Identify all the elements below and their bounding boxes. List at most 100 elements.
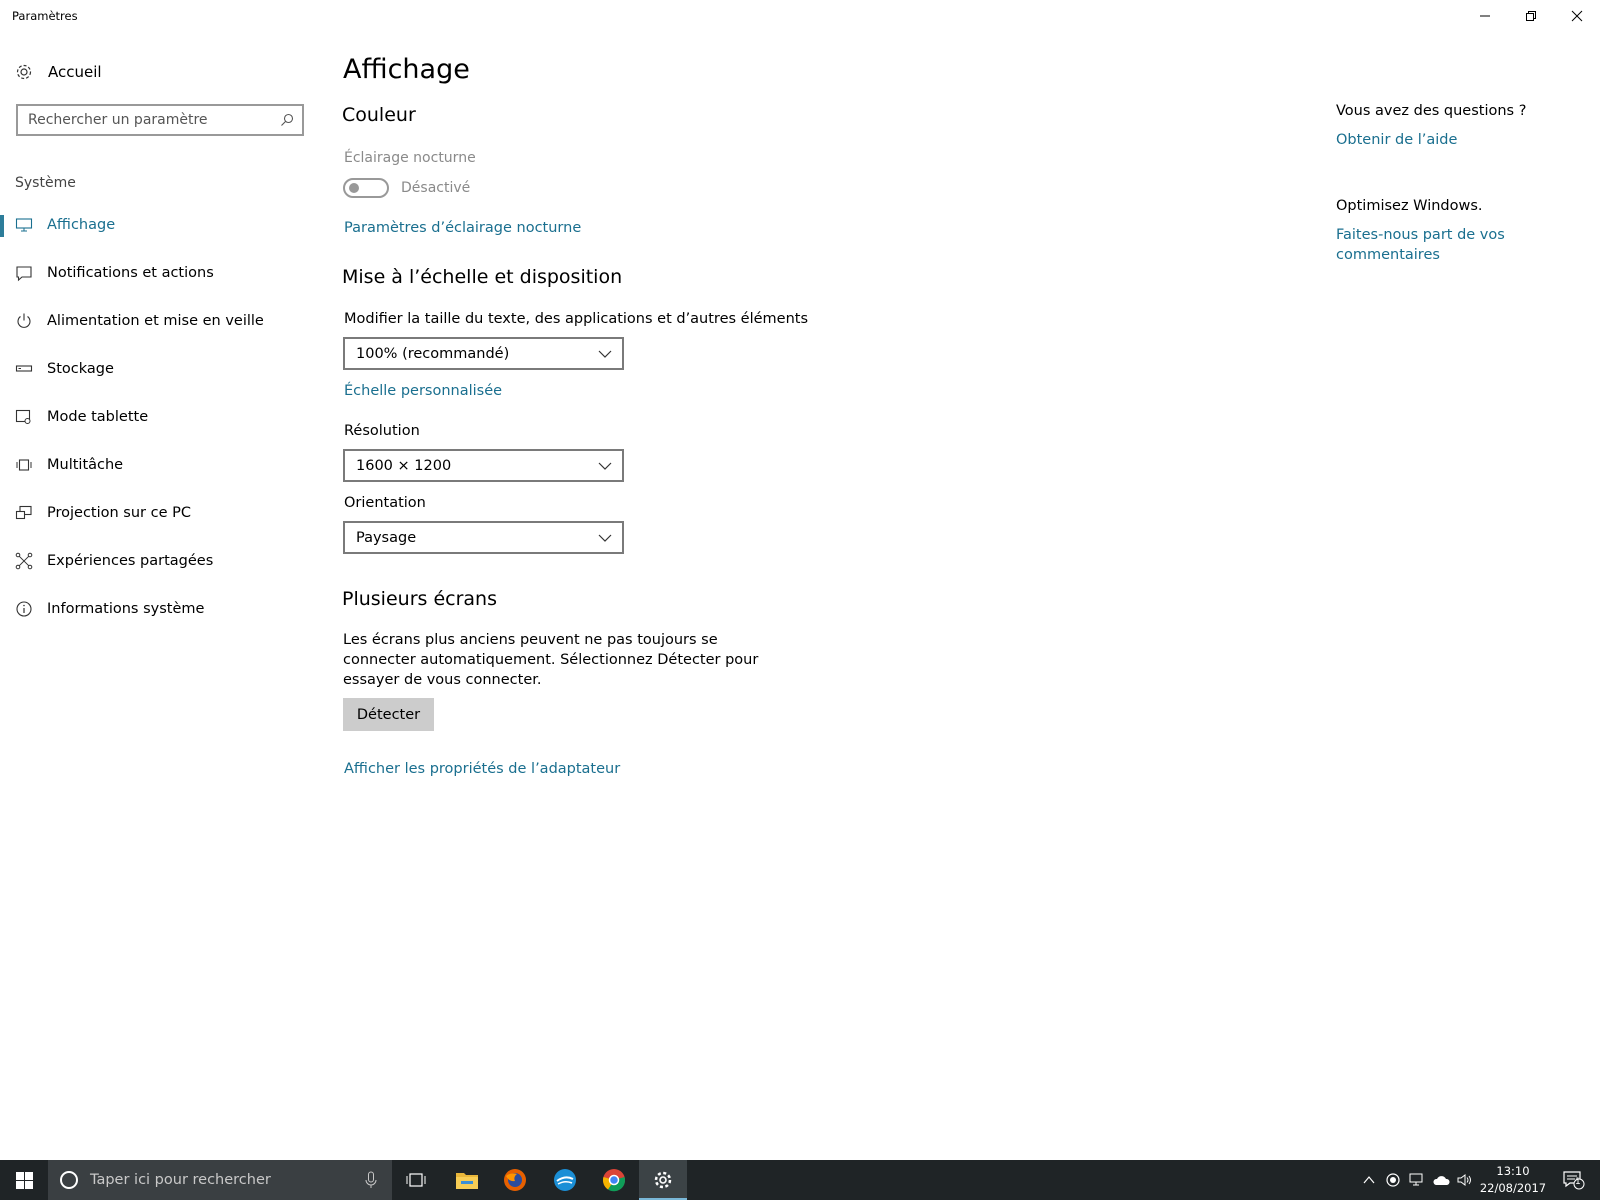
file-explorer-button[interactable] <box>443 1160 491 1200</box>
sidebar-item-tablet-mode[interactable]: Mode tablette <box>0 397 310 437</box>
custom-scale-link[interactable]: Échelle personnalisée <box>344 383 502 399</box>
resolution-dropdown[interactable]: 1600 × 1200 <box>343 449 624 482</box>
settings-icon <box>654 1171 672 1189</box>
start-button[interactable] <box>0 1160 48 1200</box>
resolution-dropdown-value: 1600 × 1200 <box>356 457 452 474</box>
questions-heading: Vous avez des questions ? <box>1336 103 1527 119</box>
notification-icon <box>1563 1171 1585 1190</box>
close-icon <box>1571 10 1583 22</box>
chevron-up-icon <box>1363 1176 1375 1184</box>
sidebar-item-storage[interactable]: Stockage <box>0 349 310 389</box>
monitor-icon <box>15 218 33 232</box>
windows-logo-icon <box>15 1171 33 1189</box>
clock-date: 22/08/2017 <box>1479 1181 1547 1195</box>
shared-experiences-icon <box>15 552 33 570</box>
sidebar-item-system-info[interactable]: Informations système <box>0 589 310 629</box>
improve-windows-heading: Optimisez Windows. <box>1336 198 1483 214</box>
sidebar-item-label: Informations système <box>47 601 205 617</box>
sidebar-item-label: Notifications et actions <box>47 265 214 281</box>
sidebar-item-label: Affichage <box>47 217 116 233</box>
sidebar-item-label: Alimentation et mise en veille <box>47 313 264 329</box>
network-icon <box>1409 1173 1423 1186</box>
sidebar-item-label: Multitâche <box>47 457 124 473</box>
resolution-label: Résolution <box>344 423 420 439</box>
home-label: Accueil <box>48 63 102 81</box>
chrome-button[interactable] <box>590 1160 638 1200</box>
tray-record-button[interactable] <box>1382 1160 1404 1200</box>
night-light-toggle[interactable] <box>343 178 389 198</box>
info-icon <box>16 601 32 617</box>
chevron-down-icon <box>598 534 612 542</box>
sidebar-item-projection[interactable]: Projection sur ce PC <box>0 493 310 533</box>
adapter-properties-link[interactable]: Afficher les propriétés de l’adaptateur <box>344 761 620 777</box>
sidebar-item-affichage[interactable]: Affichage <box>0 205 310 245</box>
orientation-dropdown[interactable]: Paysage <box>343 521 624 554</box>
settings-search[interactable] <box>16 104 304 136</box>
minimize-icon <box>1480 15 1490 17</box>
task-view-button[interactable] <box>392 1160 440 1200</box>
taskbar-search-placeholder: Taper ici pour rechercher <box>90 1172 271 1188</box>
app-button[interactable] <box>541 1160 589 1200</box>
night-light-label: Éclairage nocturne <box>344 150 476 166</box>
sidebar-item-notifications[interactable]: Notifications et actions <box>0 253 310 293</box>
file-explorer-icon <box>456 1173 478 1189</box>
chevron-down-icon <box>598 350 612 358</box>
scale-section-heading: Mise à l’échelle et disposition <box>342 266 623 288</box>
sidebar-item-multitask[interactable]: Multitâche <box>0 445 310 485</box>
record-icon <box>1386 1173 1400 1187</box>
night-light-settings-link[interactable]: Paramètres d’éclairage nocturne <box>344 220 581 236</box>
microphone-icon[interactable] <box>364 1171 378 1189</box>
settings-search-input[interactable] <box>18 112 280 128</box>
gear-icon <box>16 64 32 80</box>
detect-button[interactable]: Détecter <box>343 698 434 731</box>
notification-count: 1 <box>1575 1177 1581 1187</box>
scale-dropdown[interactable]: 100% (recommandé) <box>343 337 624 370</box>
window-title: Paramètres <box>12 9 78 23</box>
tray-volume-button[interactable] <box>1454 1160 1476 1200</box>
task-view-icon <box>406 1173 426 1187</box>
settings-taskbar-button[interactable] <box>639 1160 687 1200</box>
app-icon <box>554 1169 576 1191</box>
firefox-icon <box>504 1169 526 1191</box>
chrome-icon <box>602 1169 626 1192</box>
notification-icon <box>16 266 32 282</box>
power-icon <box>17 313 31 328</box>
restore-icon <box>1526 11 1536 21</box>
restore-button[interactable] <box>1508 0 1554 32</box>
firefox-button[interactable] <box>491 1160 539 1200</box>
taskbar-clock[interactable]: 13:10 22/08/2017 <box>1478 1163 1548 1197</box>
cloud-icon <box>1433 1176 1450 1185</box>
feedback-link[interactable]: Faites-nous part de vos commentaires <box>1336 225 1566 265</box>
sidebar-item-label: Expériences partagées <box>47 553 214 569</box>
tablet-mode-icon <box>15 409 31 424</box>
system-group-label: Système <box>15 175 76 191</box>
minimize-button[interactable] <box>1462 0 1508 32</box>
page-title: Affichage <box>343 54 470 85</box>
color-section-heading: Couleur <box>342 104 416 126</box>
cortana-icon <box>60 1171 78 1189</box>
sidebar-item-label: Stockage <box>47 361 114 377</box>
orientation-dropdown-value: Paysage <box>356 529 417 546</box>
sidebar-item-shared-experiences[interactable]: Expériences partagées <box>0 541 310 581</box>
scale-dropdown-value: 100% (recommandé) <box>356 345 510 362</box>
taskbar-search[interactable]: Taper ici pour rechercher <box>48 1160 392 1200</box>
projection-icon <box>15 505 32 520</box>
get-help-link[interactable]: Obtenir de l’aide <box>1336 130 1566 150</box>
sidebar-item-label: Projection sur ce PC <box>47 505 191 521</box>
tray-onedrive-button[interactable] <box>1430 1160 1452 1200</box>
volume-icon <box>1457 1174 1471 1186</box>
active-indicator <box>0 215 4 237</box>
multitask-icon <box>16 459 32 471</box>
sidebar-item-label: Mode tablette <box>47 409 149 425</box>
close-button[interactable] <box>1554 0 1600 32</box>
tray-network-button[interactable] <box>1406 1160 1428 1200</box>
sidebar-item-power[interactable]: Alimentation et mise en veille <box>0 301 310 341</box>
home-nav[interactable]: Accueil <box>15 59 295 85</box>
action-center-button[interactable]: 1 <box>1556 1160 1592 1200</box>
multi-display-heading: Plusieurs écrans <box>342 588 497 610</box>
orientation-label: Orientation <box>344 495 426 511</box>
title-bar: Paramètres <box>0 0 1600 32</box>
search-icon[interactable] <box>280 113 294 127</box>
text-size-label: Modifier la taille du texte, des applica… <box>344 311 809 327</box>
show-hidden-icons-button[interactable] <box>1358 1160 1380 1200</box>
